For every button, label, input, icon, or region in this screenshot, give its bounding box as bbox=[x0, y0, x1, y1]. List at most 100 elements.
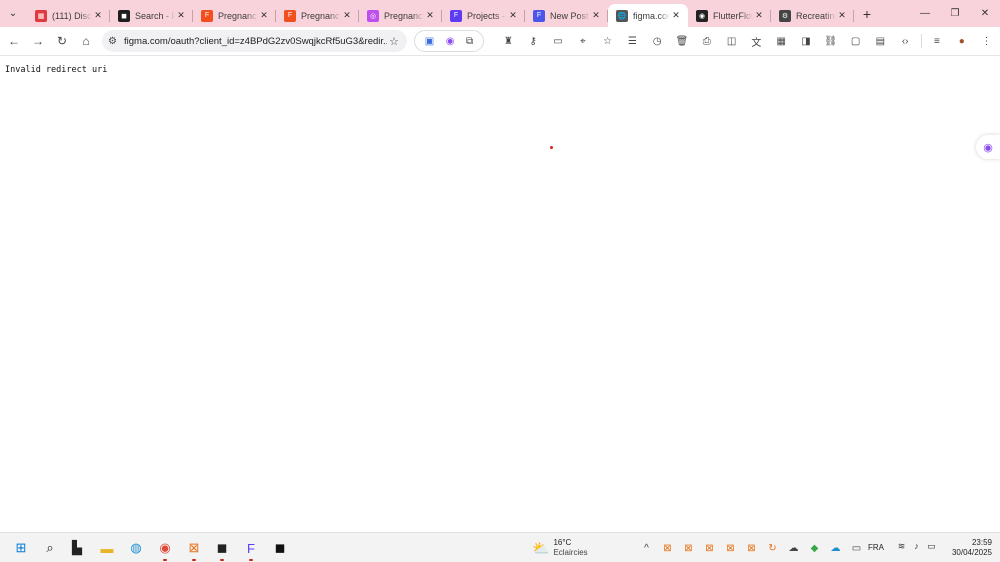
search-icon[interactable]: ⌕ bbox=[40, 538, 60, 558]
toolbar-icons: ♜ ⚷ ▭ ⌖ ☆ ☰ ◷ 🗑 ⎙ ◫ 文 ▦ ◨ ⛓ ▢ ▤ ‹› ≡ ● ⋮ bbox=[496, 30, 999, 52]
tab-close-icon[interactable]: ✕ bbox=[341, 10, 353, 21]
clock-time: 23:59 bbox=[971, 538, 992, 547]
address-bar[interactable]: ⚙ figma.com/oauth?client_id=z4BPdG2zv0Sw… bbox=[102, 30, 407, 52]
tab-close-icon[interactable]: ✕ bbox=[507, 10, 519, 21]
devtools-code-icon[interactable]: ‹› bbox=[893, 36, 918, 47]
figma-icon: F bbox=[201, 9, 213, 22]
terminal-app-icon[interactable]: ◼ bbox=[270, 538, 290, 558]
media-playlist-icon[interactable]: ≡ bbox=[925, 36, 950, 47]
xampp-tray-icon[interactable]: ⊠ bbox=[741, 543, 762, 554]
translate-icon[interactable]: 文 bbox=[744, 34, 769, 49]
copy-link-icon[interactable]: ⛓ bbox=[818, 36, 843, 47]
apps-grid-icon[interactable]: ▦ bbox=[769, 36, 794, 47]
key-icon[interactable]: ⚷ bbox=[521, 36, 546, 47]
system-tray: ^ ⊠ ⊠ ⊠ ⊠ ⊠ ↻ ☁ ◆ ☁ ▭ bbox=[636, 538, 867, 558]
xampp-tray-icon[interactable]: ⊠ bbox=[678, 543, 699, 554]
url-text[interactable]: figma.com/oauth?client_id=z4BPdG2zv0Swqj… bbox=[124, 36, 387, 47]
new-tab-plus-icon[interactable]: + bbox=[858, 5, 876, 23]
browser-tab[interactable]: F Projects - F✕ bbox=[442, 4, 525, 27]
onedrive-tray-icon[interactable]: ☁ bbox=[825, 543, 846, 554]
toolbar-divider bbox=[920, 34, 922, 48]
screenshot-icon[interactable]: ◫ bbox=[719, 36, 744, 47]
browser-tab[interactable]: 🌐 figma.com✕ bbox=[608, 4, 688, 27]
back-arrow-icon[interactable]: ← bbox=[2, 29, 26, 53]
tab-close-icon[interactable]: ✕ bbox=[590, 10, 602, 21]
sync-tray-icon[interactable]: ↻ bbox=[762, 543, 783, 554]
xampp-tray-icon[interactable]: ⊠ bbox=[699, 543, 720, 554]
weather-temperature: 16°C bbox=[553, 538, 572, 547]
incognito-icon[interactable]: ♜ bbox=[496, 36, 521, 47]
input-language[interactable]: FRA bbox=[868, 543, 884, 552]
reading-list-icon[interactable]: ☰ bbox=[620, 36, 645, 47]
side-extension-icon[interactable]: ◉ bbox=[976, 135, 1000, 159]
browser-tab[interactable]: ◼ Search - Figma✕ bbox=[110, 4, 193, 27]
partly-sunny-icon: ⛅ bbox=[532, 539, 550, 556]
minimize-icon[interactable]: — bbox=[910, 0, 940, 27]
quick-settings[interactable]: ≋ ♪ ▭ bbox=[894, 541, 939, 552]
tab-close-icon[interactable]: ✕ bbox=[836, 10, 848, 21]
tab-close-icon[interactable]: ✕ bbox=[258, 10, 270, 21]
reload-icon[interactable]: ↻ bbox=[50, 29, 74, 53]
chrome-icon[interactable]: ◉ bbox=[155, 538, 175, 561]
tab-title: (111) Discord bbox=[52, 10, 92, 21]
display-tray-icon[interactable]: ▭ bbox=[846, 543, 867, 554]
tab-title: figma.com bbox=[633, 10, 670, 21]
cast-icon[interactable]: ▢ bbox=[843, 36, 868, 47]
page-content: Invalid redirect uri ◉ bbox=[0, 57, 1000, 532]
menu-dots-icon[interactable]: ⋮ bbox=[974, 36, 999, 47]
weather-condition: Eclaircies bbox=[553, 548, 588, 557]
delete-icon[interactable]: 🗑 bbox=[670, 36, 695, 47]
site-info-icon[interactable]: ⚙ bbox=[108, 36, 124, 47]
extensions-puzzle-icon[interactable]: ⧉ bbox=[466, 36, 473, 47]
side-panel-icon[interactable]: ◨ bbox=[794, 36, 819, 47]
print-icon[interactable]: ⎙ bbox=[694, 36, 719, 47]
xampp-tray-icon[interactable]: ⊠ bbox=[657, 543, 678, 554]
favorites-star-icon[interactable]: ☆ bbox=[595, 36, 620, 47]
jetbrains-icon[interactable]: ◼ bbox=[212, 538, 232, 561]
browser-tab[interactable]: ◎ Pregnancy ✕ bbox=[359, 4, 442, 27]
browser-tab[interactable]: F Pregnancy ✕ bbox=[276, 4, 359, 27]
tab-title: Search - Figma bbox=[135, 10, 175, 21]
browser-tab[interactable]: ◉ FlutterFlow✕ bbox=[688, 4, 771, 27]
globe-icon: 🌐 bbox=[616, 9, 628, 22]
location-pin-icon[interactable]: ⌖ bbox=[570, 36, 595, 47]
home-icon[interactable]: ⌂ bbox=[74, 29, 98, 53]
task-view-icon[interactable]: ▙ bbox=[67, 538, 87, 558]
file-explorer-icon[interactable]: ▬ bbox=[97, 538, 117, 558]
history-icon[interactable]: ◷ bbox=[645, 36, 670, 47]
cloud-tray-icon[interactable]: ☁ bbox=[783, 543, 804, 554]
tab-layout-icon[interactable]: ▤ bbox=[868, 36, 893, 47]
running-indicator bbox=[249, 559, 253, 561]
tab-close-icon[interactable]: ✕ bbox=[753, 10, 765, 21]
tab-close-icon[interactable]: ✕ bbox=[175, 10, 187, 21]
app-tray-icon[interactable]: ◆ bbox=[804, 543, 825, 554]
clock-date: 30/04/2025 bbox=[951, 548, 992, 557]
chatgpt-icon: ◉ bbox=[696, 9, 708, 22]
tab-close-icon[interactable]: ✕ bbox=[670, 10, 682, 21]
clock[interactable]: 23:59 30/04/2025 bbox=[944, 538, 992, 558]
close-window-icon[interactable]: ✕ bbox=[970, 0, 1000, 27]
tab-close-icon[interactable]: ✕ bbox=[424, 10, 436, 21]
payment-card-icon[interactable]: ▭ bbox=[546, 36, 571, 47]
xampp-tray-icon[interactable]: ⊠ bbox=[720, 543, 741, 554]
browser-tab[interactable]: F New Post ✕ bbox=[525, 4, 608, 27]
windows-taskbar: ⊞ ⌕ ▙ ▬ ◍ ◉ ⊠ ◼ F ◼ ⛅ 16°C Eclaircies ^ … bbox=[0, 532, 1000, 562]
browser-tab[interactable]: F Pregnancy ✕ bbox=[193, 4, 276, 27]
screen-recorder-icon[interactable]: ▣ bbox=[425, 36, 434, 47]
forward-arrow-icon[interactable]: → bbox=[26, 29, 50, 53]
flutterflow-app-icon[interactable]: F bbox=[241, 538, 261, 561]
restore-icon[interactable]: ❐ bbox=[940, 0, 970, 27]
show-hidden-icons-chevron-icon[interactable]: ^ bbox=[636, 543, 657, 554]
windows-start-icon[interactable]: ⊞ bbox=[11, 538, 31, 558]
weather-widget[interactable]: ⛅ 16°C Eclaircies bbox=[532, 537, 588, 559]
browser-tab[interactable]: ▦ (111) Discord✕ bbox=[27, 4, 110, 27]
extension-purple-icon[interactable]: ◉ bbox=[446, 36, 455, 47]
xampp-icon[interactable]: ⊠ bbox=[184, 538, 204, 561]
edge-icon[interactable]: ◍ bbox=[126, 538, 146, 558]
tab-search-chevron-icon[interactable]: ⌄ bbox=[3, 4, 23, 24]
wifi-icon: ≋ bbox=[897, 541, 906, 551]
browser-tab[interactable]: ⚙ Recreating ✕ bbox=[771, 4, 854, 27]
profile-avatar[interactable]: ● bbox=[949, 36, 974, 47]
bookmark-star-icon[interactable]: ☆ bbox=[387, 35, 401, 48]
tab-close-icon[interactable]: ✕ bbox=[92, 10, 104, 21]
